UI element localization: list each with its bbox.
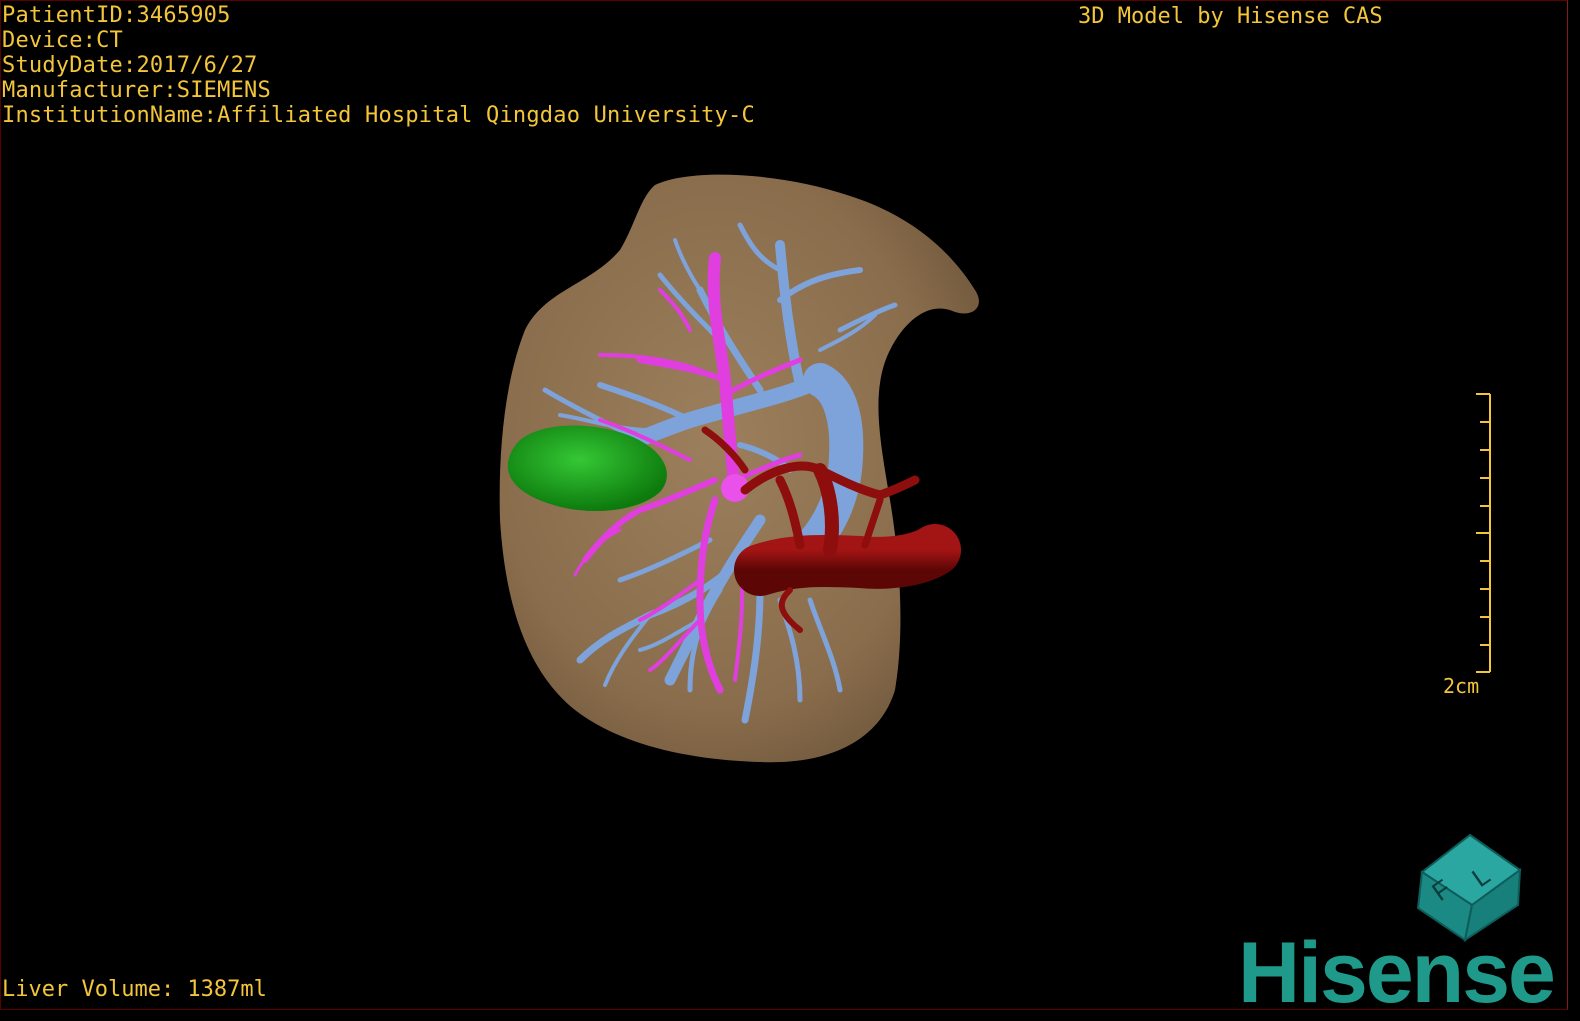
3d-liver-render[interactable] bbox=[0, 0, 1568, 1010]
hisense-logo: Hisense bbox=[1238, 925, 1556, 1021]
scale-bar bbox=[1476, 393, 1491, 673]
scale-bar-label: 2cm bbox=[1443, 674, 1480, 698]
liver-volume-text: Liver Volume: 1387ml bbox=[2, 977, 267, 1002]
